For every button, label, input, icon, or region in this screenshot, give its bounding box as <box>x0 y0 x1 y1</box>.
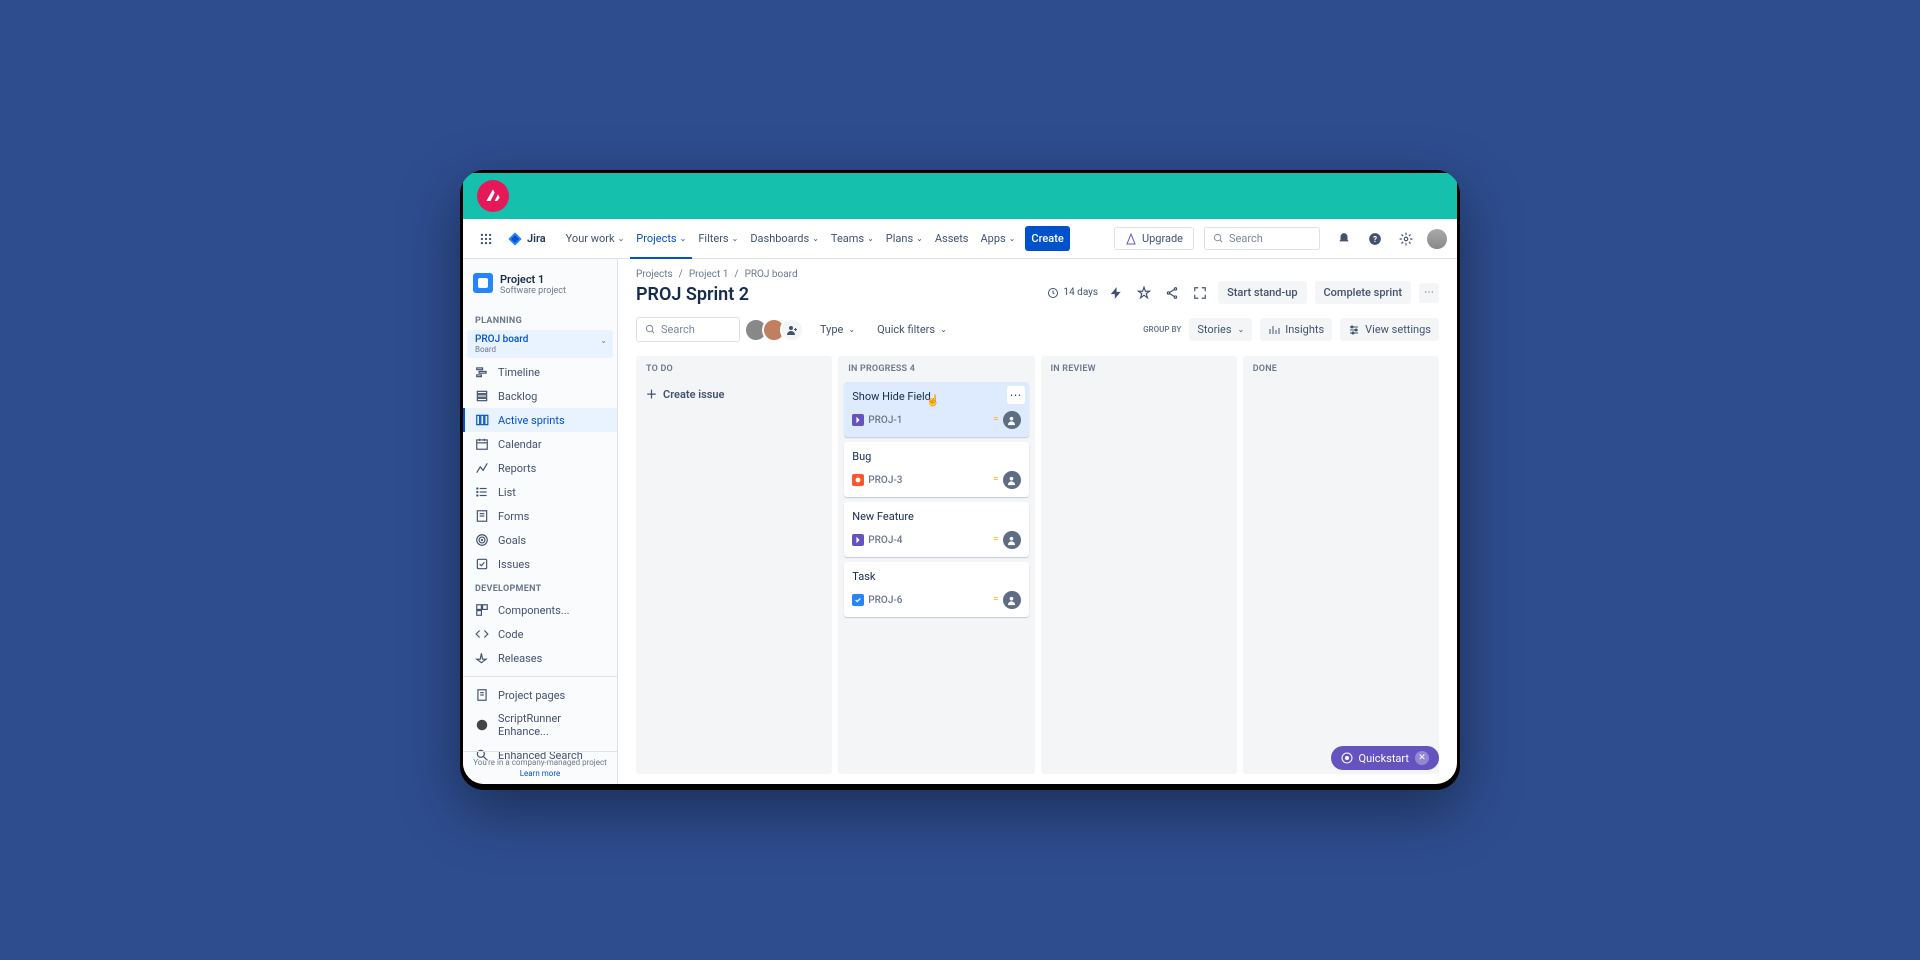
type-filter[interactable]: Type⌄ <box>814 319 861 340</box>
group-by-select[interactable]: Stories⌄ <box>1189 318 1252 341</box>
priority-icon: = <box>993 596 999 604</box>
sidebar-item-active-sprints[interactable]: Active sprints <box>463 408 617 432</box>
assignee-avatar[interactable] <box>1003 471 1021 489</box>
board-column-in-progress: IN PROGRESS 4Show Hide Field⋯☝PROJ-1=Bug… <box>838 356 1034 774</box>
assignee-avatar[interactable] <box>1003 591 1021 609</box>
sidebar-item-releases[interactable]: Releases <box>463 646 617 670</box>
close-icon[interactable]: ✕ <box>1415 751 1429 765</box>
project-icon <box>473 273 493 293</box>
nav-dashboards[interactable]: Dashboards⌄ <box>744 226 825 251</box>
svg-text:?: ? <box>1373 233 1377 243</box>
add-people-icon[interactable] <box>780 318 804 342</box>
quick-filters[interactable]: Quick filters⌄ <box>871 319 953 340</box>
upgrade-button[interactable]: Upgrade <box>1114 227 1194 250</box>
nav-filters[interactable]: Filters⌄ <box>692 226 744 251</box>
insights-button[interactable]: Insights <box>1260 318 1332 341</box>
sidebar-item-issues[interactable]: Issues <box>463 552 617 576</box>
top-navigation: Jira Your work⌄Projects⌄Filters⌄Dashboar… <box>463 219 1457 259</box>
start-standup-button[interactable]: Start stand-up <box>1218 281 1306 304</box>
sidebar: Project 1 Software project PLANNING PROJ… <box>463 259 618 784</box>
complete-sprint-button[interactable]: Complete sprint <box>1315 281 1412 304</box>
chevron-down-icon: ⌄ <box>600 336 607 345</box>
learn-more-link[interactable]: Learn more <box>469 769 611 778</box>
page-title: PROJ Sprint 2 <box>636 284 749 305</box>
board-search-input[interactable]: Search <box>636 317 740 342</box>
sprint-days-remaining: 14 days <box>1047 287 1098 299</box>
column-header: DONE <box>1249 364 1433 374</box>
sidebar-item-list[interactable]: List <box>463 480 617 504</box>
nav-projects[interactable]: Projects⌄ <box>630 226 692 251</box>
quickstart-button[interactable]: Quickstart ✕ <box>1331 746 1440 770</box>
create-button[interactable]: Create <box>1025 226 1069 251</box>
star-icon[interactable] <box>1134 283 1154 303</box>
sidebar-item-components-[interactable]: Components... <box>463 598 617 622</box>
nav-plans[interactable]: Plans⌄ <box>880 226 929 251</box>
share-icon[interactable] <box>1162 283 1182 303</box>
notifications-icon[interactable] <box>1334 229 1354 249</box>
help-icon[interactable]: ? <box>1365 229 1385 249</box>
column-header: IN PROGRESS 4 <box>844 364 1028 374</box>
profile-avatar[interactable] <box>1427 229 1447 249</box>
board-column-in-review: IN REVIEW <box>1041 356 1237 774</box>
board-selector[interactable]: PROJ board Board ⌄ <box>467 330 613 358</box>
project-type: Software project <box>500 286 566 296</box>
issue-card[interactable]: New FeaturePROJ-4= <box>844 502 1028 557</box>
app-switcher-icon[interactable] <box>473 226 499 252</box>
column-header: TO DO <box>642 364 826 374</box>
group-by-label: GROUP BY <box>1143 325 1181 334</box>
breadcrumb-item[interactable]: PROJ board <box>745 269 798 280</box>
sidebar-item-calendar[interactable]: Calendar <box>463 432 617 456</box>
sidebar-item-timeline[interactable]: Timeline <box>463 360 617 384</box>
sidebar-footer: You're in a company-managed project Lear… <box>463 751 617 778</box>
assignee-avatar[interactable] <box>1003 411 1021 429</box>
card-menu-icon[interactable]: ⋯ <box>1007 386 1025 404</box>
issue-card[interactable]: TaskPROJ-6= <box>844 562 1028 617</box>
column-header: IN REVIEW <box>1047 364 1231 374</box>
issue-card[interactable]: BugPROJ-3= <box>844 442 1028 497</box>
sidebar-item-reports[interactable]: Reports <box>463 456 617 480</box>
nav-assets[interactable]: Assets <box>929 226 975 251</box>
sidebar-item-goals[interactable]: Goals <box>463 528 617 552</box>
assignee-avatar[interactable] <box>1003 531 1021 549</box>
view-settings-button[interactable]: View settings <box>1340 318 1439 341</box>
more-actions-icon[interactable]: ⋯ <box>1419 283 1439 303</box>
main-content: Projects/Project 1/PROJ board PROJ Sprin… <box>618 259 1457 784</box>
jira-logo[interactable]: Jira <box>507 231 546 247</box>
brand-bar <box>463 173 1457 219</box>
nav-teams[interactable]: Teams⌄ <box>825 226 880 251</box>
global-search-input[interactable]: Search <box>1204 227 1320 250</box>
sidebar-item-project-pages[interactable]: Project pages <box>463 683 617 707</box>
breadcrumb-item[interactable]: Projects <box>636 269 673 280</box>
create-issue-button[interactable]: ＋Create issue <box>642 382 826 406</box>
priority-icon: = <box>993 476 999 484</box>
sidebar-item-backlog[interactable]: Backlog <box>463 384 617 408</box>
board-column-to-do: TO DO ＋Create issue <box>636 356 832 774</box>
settings-icon[interactable] <box>1396 229 1416 249</box>
priority-icon: = <box>993 416 999 424</box>
sidebar-item-scriptrunner-enhance-[interactable]: ScriptRunner Enhance... <box>463 707 617 743</box>
assignee-avatars[interactable] <box>750 318 804 342</box>
product-name: Jira <box>527 232 546 245</box>
cursor-icon: ☝ <box>926 394 940 407</box>
nav-your-work[interactable]: Your work⌄ <box>560 226 631 251</box>
sidebar-item-forms[interactable]: Forms <box>463 504 617 528</box>
project-header[interactable]: Project 1 Software project <box>463 271 617 308</box>
breadcrumb-item[interactable]: Project 1 <box>689 269 729 280</box>
sidebar-item-code[interactable]: Code <box>463 622 617 646</box>
project-name: Project 1 <box>500 273 566 286</box>
issue-card[interactable]: Show Hide Field⋯☝PROJ-1= <box>844 382 1028 437</box>
brand-logo-icon <box>477 180 509 212</box>
board-column-done: DONE <box>1243 356 1439 774</box>
section-planning-label: PLANNING <box>463 308 617 330</box>
fullscreen-icon[interactable] <box>1190 283 1210 303</box>
priority-icon: = <box>993 536 999 544</box>
breadcrumb: Projects/Project 1/PROJ board <box>636 269 1439 280</box>
nav-apps[interactable]: Apps⌄ <box>974 226 1021 251</box>
section-development-label: DEVELOPMENT <box>463 576 617 598</box>
automation-icon[interactable] <box>1106 283 1126 303</box>
